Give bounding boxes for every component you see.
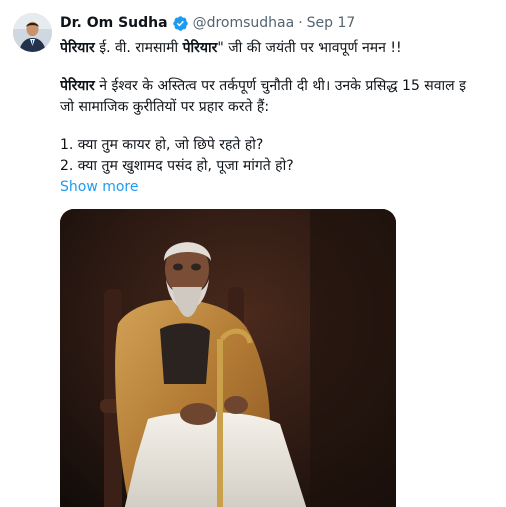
tweet-text-segment: " जी की जयंती पर भावपूर्ण नमन !! [217, 40, 402, 56]
separator-dot: · [298, 15, 303, 31]
tweet-text-segment: ई. वी. रामसामी [94, 40, 183, 56]
avatar[interactable] [13, 13, 52, 52]
tweet-text: पेरियार ई. वी. रामसामी पेरियार" जी की जय… [60, 38, 506, 198]
show-more-link[interactable]: Show more [60, 179, 139, 195]
hashtag-like-bold-text: पेरियार [60, 40, 95, 56]
portrait-illustration [60, 209, 396, 507]
tweet-line-2: पेरियार ने ईश्वर के अस्तित्व पर तर्कपूर्… [60, 76, 506, 97]
hashtag-like-bold-text: पेरियार [182, 40, 218, 56]
author-display-name[interactable]: Dr. Om Sudha [60, 15, 168, 31]
tweet-line-3: जो सामाजिक कुरीतियों पर प्रहार करते हैं: [60, 99, 270, 115]
tweet-line-1: पेरियार ई. वी. रामसामी पेरियार" जी की जय… [60, 38, 506, 59]
tweet-header: Dr. Om Sudha @dromsudhaa · Sep 17 [60, 13, 355, 33]
tweet-media-image[interactable] [60, 209, 396, 507]
verified-badge-icon [172, 15, 188, 31]
tweet-text-segment: ने ईश्वर के अस्तित्व पर तर्कपूर्ण चुनौती… [94, 78, 466, 94]
tweet-question-1: 1. क्या तुम कायर हो, जो छिपे रहते हो? [60, 137, 264, 153]
hashtag-like-bold-text: पेरियार [60, 78, 95, 94]
author-handle[interactable]: @dromsudhaa [193, 15, 295, 31]
tweet-question-2: 2. क्या तुम खुशामद पसंद हो, पूजा मांगते … [60, 158, 294, 174]
tweet-card[interactable]: Dr. Om Sudha @dromsudhaa · Sep 17 पेरिया… [0, 0, 506, 507]
avatar-image [13, 13, 52, 52]
tweet-date[interactable]: Sep 17 [307, 15, 356, 31]
